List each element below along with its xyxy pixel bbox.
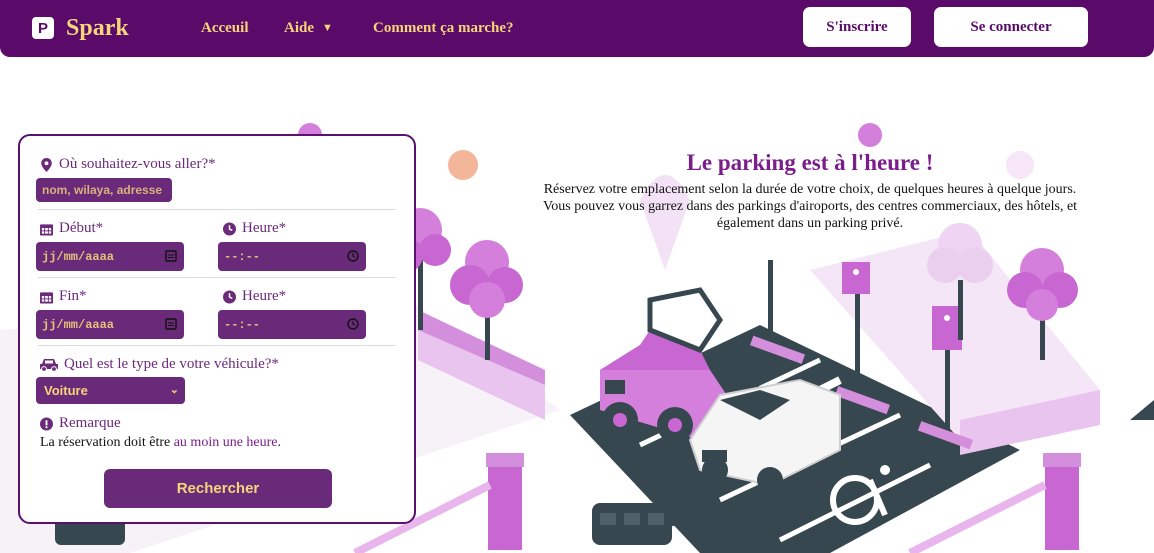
- remark-label-row: Remarque: [40, 415, 121, 432]
- divider-3: [38, 345, 396, 346]
- time-picker-icon[interactable]: [347, 250, 359, 262]
- end-time-input[interactable]: --:--: [218, 310, 366, 339]
- start-date-placeholder: jj/mm/aaaa: [42, 249, 115, 264]
- vehicle-label-row: Quel est le type de votre véhicule?*: [40, 356, 279, 373]
- hero-title: Le parking est à l'heure !: [686, 150, 934, 175]
- vehicle-select-value: Voiture: [44, 383, 88, 398]
- right-edge-shape: [1130, 400, 1154, 420]
- caret-down-icon: ▼: [322, 22, 333, 34]
- end-date-placeholder: jj/mm/aaaa: [42, 317, 115, 332]
- remark-prefix: La réservation doit être: [40, 435, 174, 450]
- sun-circle: [448, 150, 478, 180]
- nav-link-how-it-works[interactable]: Comment ça marche?: [373, 20, 514, 37]
- brand-name: Spark: [66, 14, 129, 41]
- destination-label: Où souhaitez-vous aller?*: [59, 156, 216, 172]
- remark-highlight: au moin une heure: [173, 435, 278, 450]
- destination-input[interactable]: [42, 178, 172, 202]
- start-date-label-row: Début*: [40, 220, 103, 237]
- nav-link-aide-label: Aide: [284, 20, 314, 36]
- end-date-label: Fin*: [59, 288, 87, 304]
- end-time-label-row: Heure*: [223, 288, 286, 305]
- start-time-label-row: Heure*: [223, 220, 286, 237]
- remark-suffix: .: [277, 435, 282, 450]
- search-card: Où souhaitez-vous aller?* Début* Heure* …: [18, 134, 416, 524]
- calendar-icon: [40, 223, 53, 235]
- start-date-label: Début*: [59, 220, 104, 236]
- remark-text: La réservation doit être au moin une heu…: [40, 435, 281, 451]
- start-time-placeholder: --:--: [224, 249, 261, 264]
- hero-description: Réservez votre emplacement selon la duré…: [542, 182, 1078, 231]
- time-picker-icon[interactable]: [347, 318, 359, 330]
- clock-icon: [223, 290, 236, 303]
- end-time-placeholder: --:--: [224, 317, 261, 332]
- vehicle-select[interactable]: Voiture ⌄: [36, 377, 185, 404]
- destination-label-row: Où souhaitez-vous aller?*: [40, 156, 216, 173]
- end-date-input[interactable]: jj/mm/aaaa: [36, 310, 184, 339]
- car-icon: [40, 358, 58, 372]
- signup-button[interactable]: S'inscrire: [803, 7, 911, 47]
- destination-field[interactable]: [36, 178, 172, 202]
- end-time-label: Heure*: [242, 288, 287, 304]
- top-ornament: [858, 123, 882, 147]
- nav-link-aide[interactable]: Aide ▼: [284, 20, 333, 37]
- vehicle-label: Quel est le type de votre véhicule?*: [64, 356, 279, 372]
- login-button[interactable]: Se connecter: [934, 7, 1088, 47]
- search-button[interactable]: Rechercher: [104, 469, 332, 508]
- start-time-label: Heure*: [242, 220, 287, 236]
- calendar-picker-icon[interactable]: [165, 250, 177, 262]
- exclamation-circle-icon: [40, 417, 53, 430]
- end-date-label-row: Fin*: [40, 288, 87, 305]
- start-time-input[interactable]: --:--: [218, 242, 366, 271]
- divider-1: [38, 209, 396, 210]
- calendar-icon: [40, 291, 53, 303]
- nav-link-accueil[interactable]: Acceuil: [201, 20, 248, 37]
- map-marker-icon: [41, 157, 52, 172]
- brand[interactable]: P Spark: [32, 13, 129, 43]
- parking-logo-icon: P: [32, 17, 54, 39]
- remark-title: Remarque: [59, 415, 121, 431]
- clock-icon: [223, 222, 236, 235]
- chevron-down-icon: ⌄: [169, 384, 179, 396]
- calendar-picker-icon[interactable]: [165, 318, 177, 330]
- navbar: P Spark Acceuil Aide ▼ Comment ça marche?…: [0, 0, 1154, 57]
- divider-2: [38, 277, 396, 278]
- start-date-input[interactable]: jj/mm/aaaa: [36, 242, 184, 271]
